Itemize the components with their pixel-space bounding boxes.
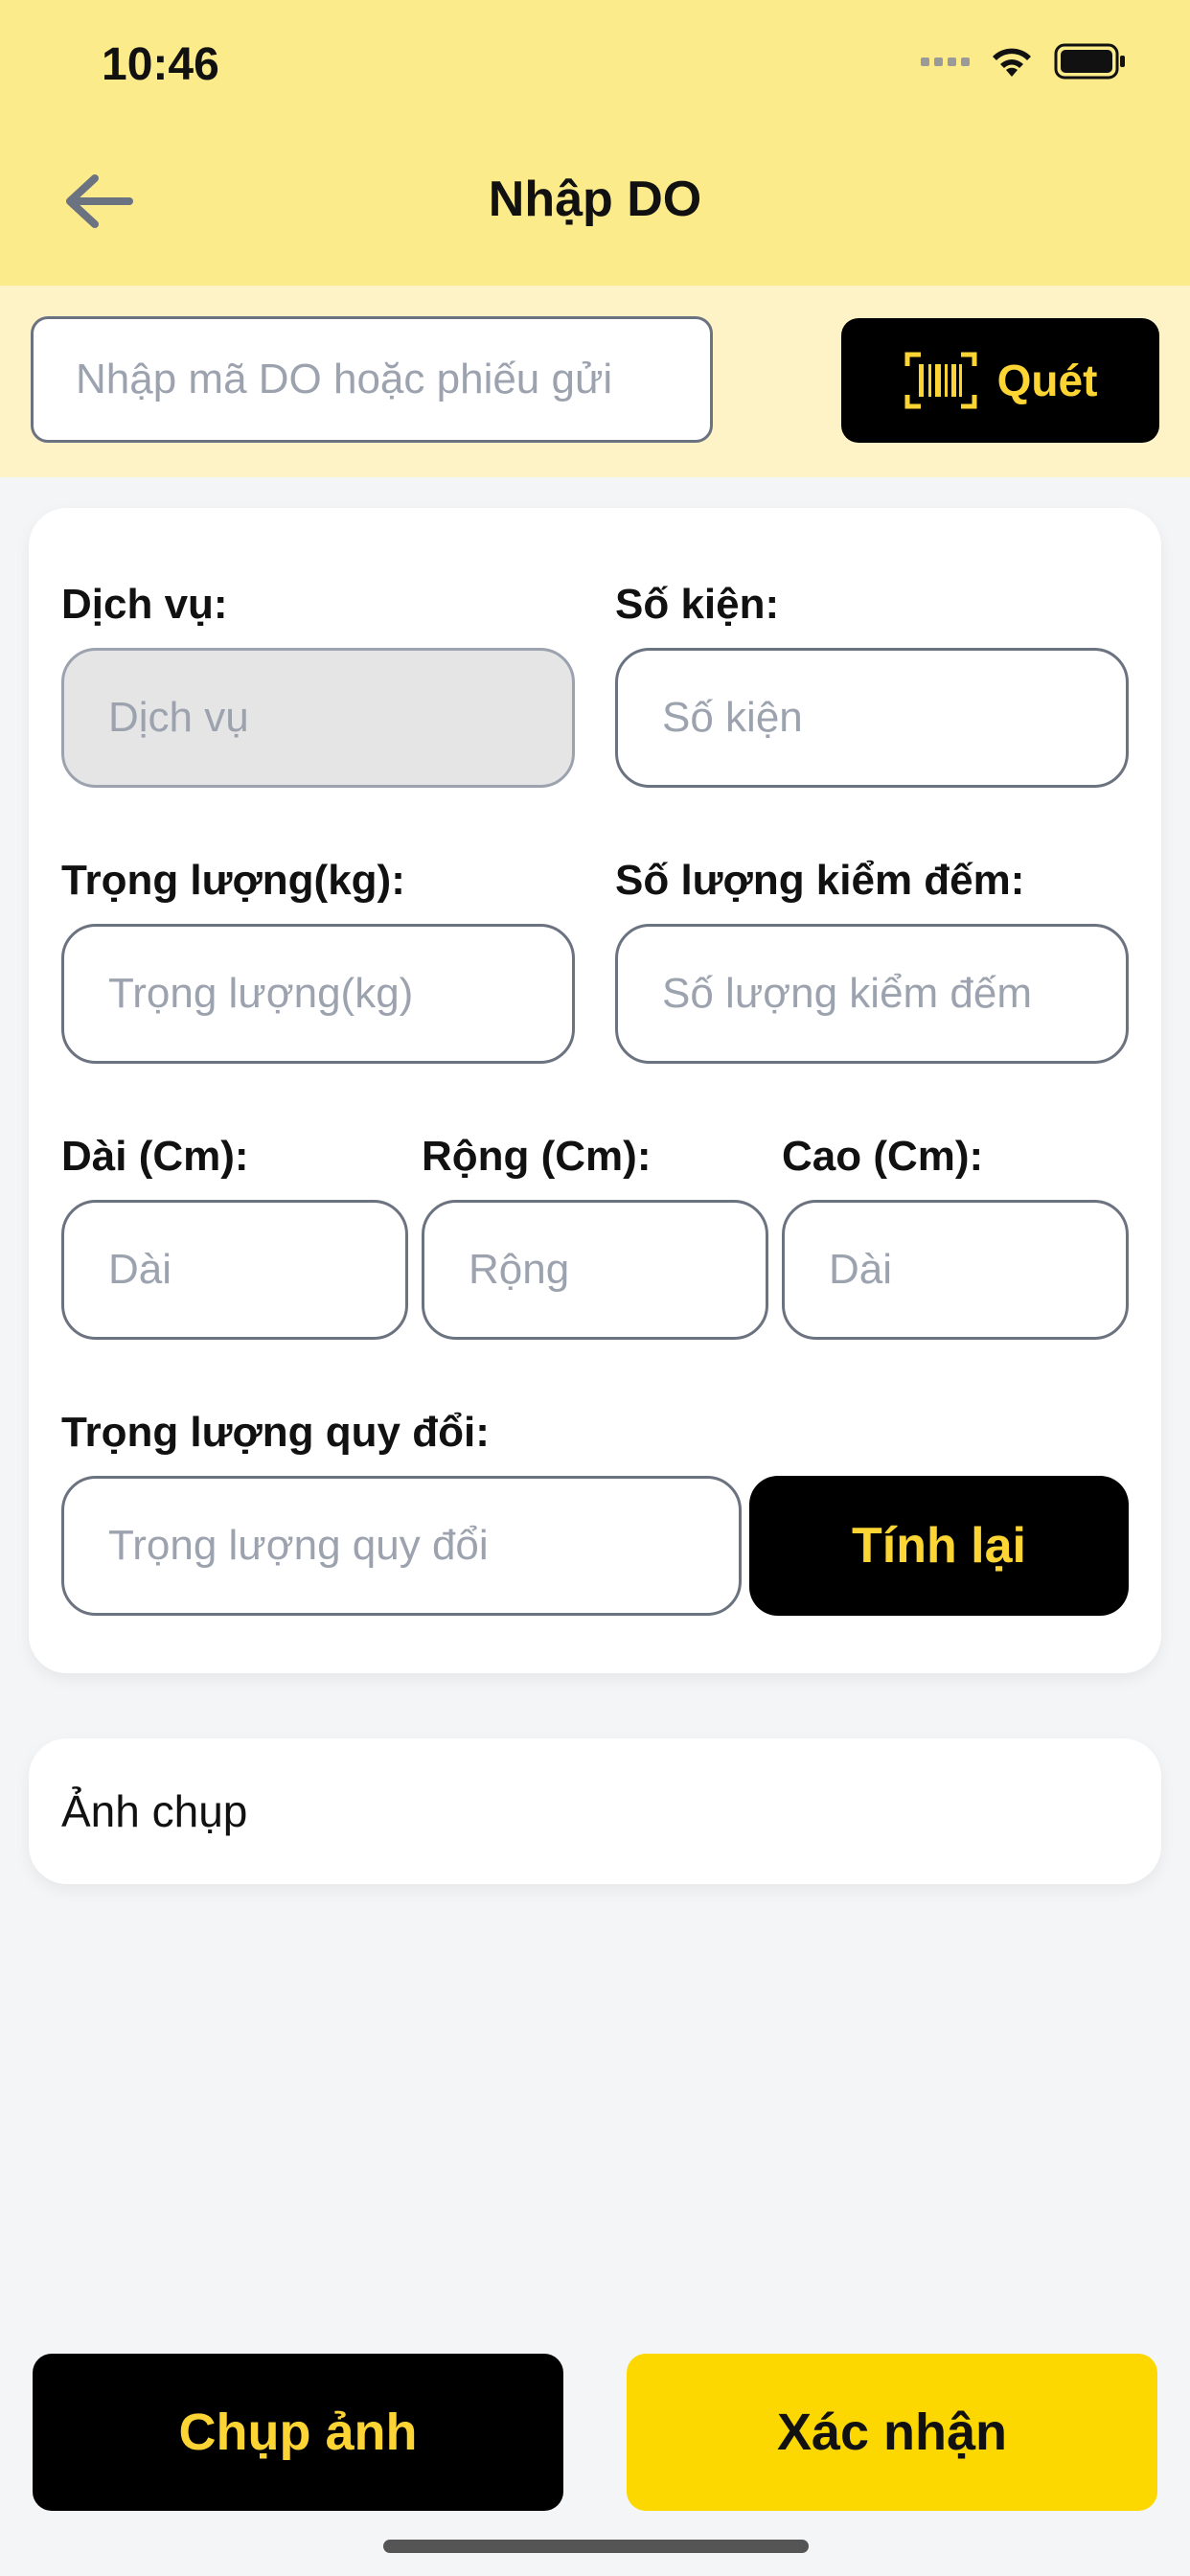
battery-icon	[1054, 43, 1127, 80]
status-icons	[921, 42, 1127, 80]
count-label: Số lượng kiểm đếm:	[615, 857, 1025, 904]
search-strip: Quét	[0, 286, 1190, 477]
height-input[interactable]	[782, 1200, 1129, 1340]
shipment-form-card: Dịch vụ: Số kiện: Trọng lượng(kg): Số lư…	[29, 508, 1161, 1673]
scan-button[interactable]: Quét	[841, 318, 1159, 443]
do-code-input[interactable]	[31, 316, 713, 443]
service-label: Dịch vụ:	[61, 581, 228, 628]
converted-weight-input[interactable]	[61, 1476, 742, 1616]
service-input	[61, 648, 575, 788]
recalculate-button[interactable]: Tính lại	[749, 1476, 1129, 1616]
cellular-signal-icon	[921, 57, 970, 66]
length-label: Dài (Cm):	[61, 1133, 249, 1180]
capture-photo-button[interactable]: Chụp ảnh	[33, 2354, 563, 2511]
page-title: Nhập DO	[488, 172, 702, 227]
packages-input[interactable]	[615, 648, 1129, 788]
header: 10:46 Nhập DO	[0, 0, 1190, 286]
weight-label: Trọng lượng(kg):	[61, 857, 405, 904]
height-label: Cao (Cm):	[782, 1133, 984, 1180]
width-input[interactable]	[422, 1200, 768, 1340]
length-input[interactable]	[61, 1200, 408, 1340]
packages-label: Số kiện:	[615, 581, 780, 628]
photo-section-label: Ảnh chụp	[61, 1786, 248, 1836]
confirm-button[interactable]: Xác nhận	[627, 2354, 1157, 2511]
home-indicator	[383, 2540, 809, 2553]
scan-label: Quét	[996, 356, 1098, 405]
count-input[interactable]	[615, 924, 1129, 1064]
barcode-scan-icon	[904, 352, 977, 409]
wifi-icon	[987, 42, 1037, 80]
status-time: 10:46	[102, 39, 219, 90]
screen: 10:46 Nhập DO Nhập mã DO hoặc phiếu gửi …	[0, 0, 1190, 2576]
width-label: Rộng (Cm):	[422, 1133, 652, 1180]
converted-weight-label: Trọng lượng quy đổi:	[61, 1409, 490, 1456]
photo-section[interactable]: Ảnh chụp	[29, 1738, 1161, 1884]
weight-input[interactable]	[61, 924, 575, 1064]
